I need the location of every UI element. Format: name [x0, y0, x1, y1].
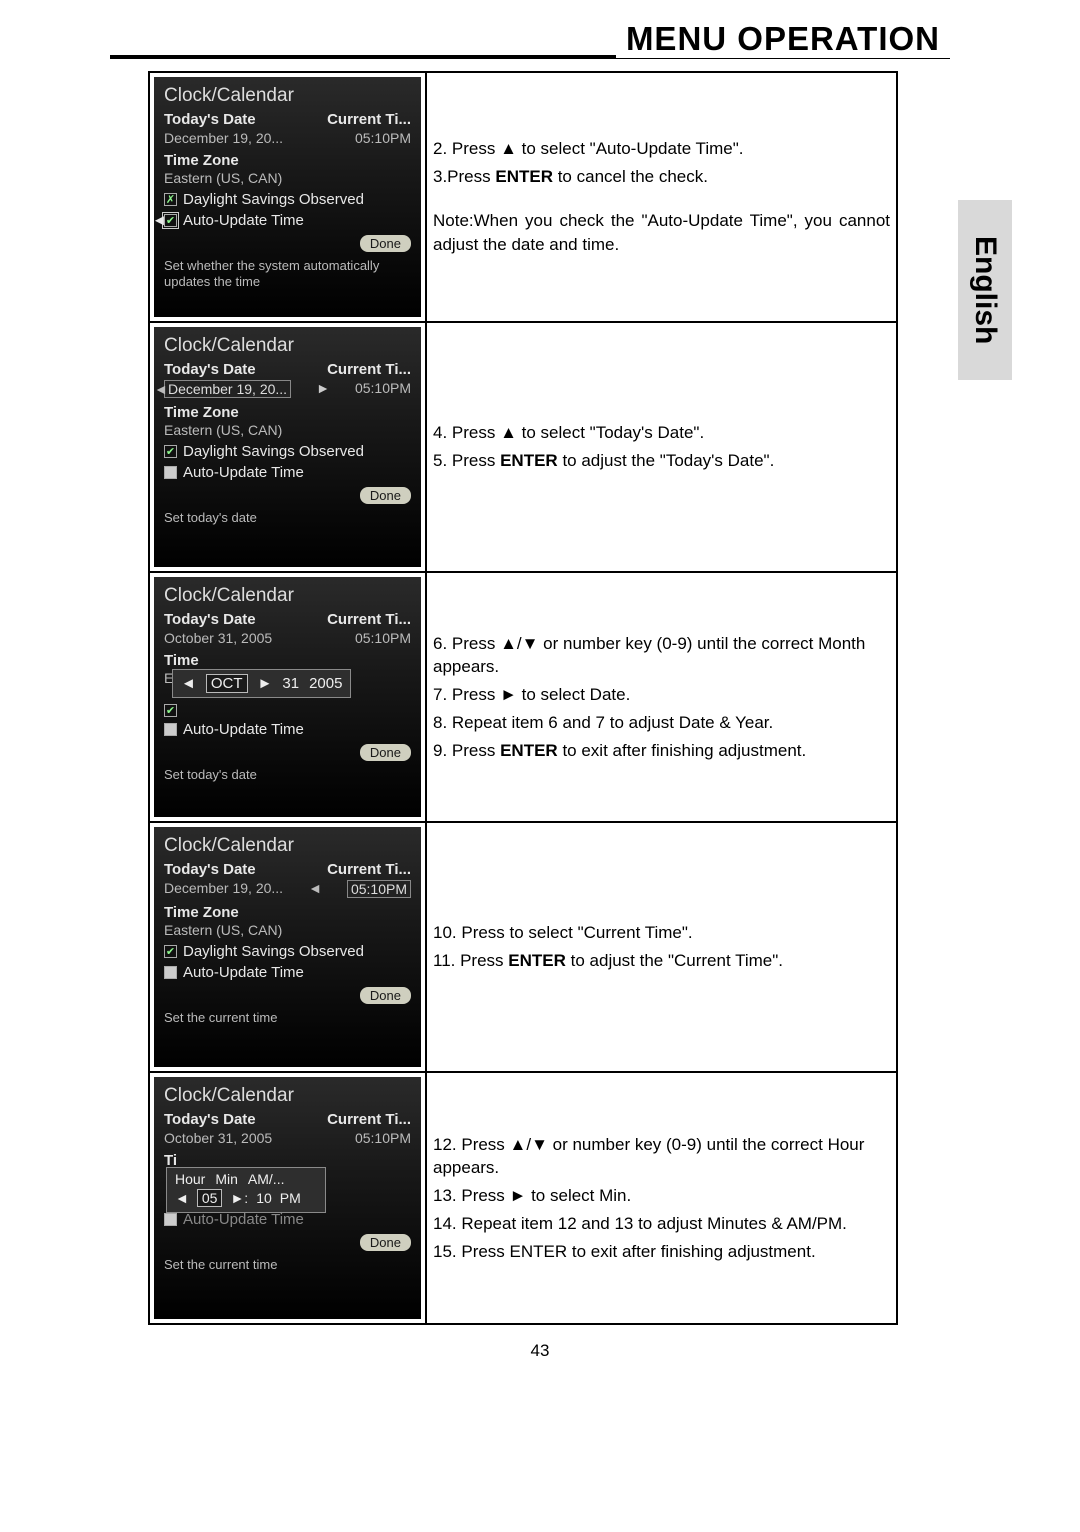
- content-frame: Clock/Calendar Today's Date Current Ti..…: [148, 71, 898, 1325]
- arrow-right-icon: ►: [316, 380, 330, 398]
- value-date: December 19, 20...: [164, 880, 283, 898]
- done-button[interactable]: Done: [360, 744, 411, 761]
- value-date: October 31, 2005: [164, 1130, 272, 1146]
- value-time: 05:10PM: [355, 630, 411, 646]
- header-divider: MENU OPERATION: [110, 55, 950, 59]
- value-time: 05:10PM: [355, 380, 411, 398]
- osd-hint: Set whether the system automatically upd…: [164, 258, 411, 291]
- done-button[interactable]: Done: [360, 987, 411, 1004]
- osd-panel: Clock/Calendar Today's Date Current Ti..…: [154, 1077, 421, 1319]
- osd-panel: Clock/Calendar Today's Date Current Ti..…: [154, 577, 421, 817]
- label-current-time: Current Ti...: [327, 111, 411, 128]
- step-row: Clock/Calendar Today's Date Current Ti..…: [150, 823, 896, 1073]
- arrow-left-icon: ◄: [152, 212, 167, 229]
- label-auto-update: Auto-Update Time: [183, 964, 304, 981]
- arrow-left-icon: ◄: [175, 1190, 189, 1206]
- label-today: Today's Date: [164, 111, 256, 128]
- checkbox-auto-update[interactable]: [164, 723, 177, 736]
- value-timezone: Eastern (US, CAN): [164, 170, 411, 186]
- label-today: Today's Date: [164, 1111, 256, 1128]
- step-row: Clock/Calendar Today's Date Current Ti..…: [150, 1073, 896, 1323]
- page-number: 43: [90, 1341, 990, 1361]
- label-ampm: AM/...: [248, 1171, 285, 1187]
- label-min: Min: [215, 1171, 238, 1187]
- instruction-text: 4. Press ▲ to select "Today's Date". 5. …: [427, 323, 896, 571]
- osd-panel: Clock/Calendar Today's Date Current Ti..…: [154, 827, 421, 1067]
- osd-title: Clock/Calendar: [164, 585, 411, 607]
- language-tab: English: [958, 200, 1012, 380]
- value-time[interactable]: 05:10PM: [347, 880, 411, 898]
- step-row: Clock/Calendar Today's Date Current Ti..…: [150, 73, 896, 323]
- value-date: October 31, 2005: [164, 630, 272, 646]
- value-timezone: Eastern (US, CAN): [164, 922, 411, 938]
- field-min[interactable]: 10: [256, 1190, 272, 1206]
- osd-panel: Clock/Calendar Today's Date Current Ti..…: [154, 327, 421, 567]
- instruction-text: 12. Press ▲/▼ or number key (0-9) until …: [427, 1073, 896, 1323]
- label-timezone: Time Zone: [164, 152, 411, 169]
- label-current-time: Current Ti...: [327, 361, 411, 378]
- label-dst: Daylight Savings Observed: [183, 191, 364, 208]
- checkbox-auto-update[interactable]: [164, 966, 177, 979]
- step-row: Clock/Calendar Today's Date Current Ti..…: [150, 573, 896, 823]
- label-timezone: Time: [164, 652, 411, 669]
- label-today: Today's Date: [164, 361, 256, 378]
- field-hour[interactable]: 05: [197, 1189, 223, 1207]
- osd-hint: Set today's date: [164, 510, 411, 526]
- date-editor-popup[interactable]: ◄ OCT ► 31 2005: [172, 669, 351, 698]
- arrow-right-icon: ►: [258, 675, 273, 692]
- checkbox-dst[interactable]: ✔: [164, 445, 177, 458]
- step-row: Clock/Calendar Today's Date Current Ti..…: [150, 323, 896, 573]
- value-date[interactable]: December 19, 20...: [164, 380, 291, 398]
- field-year[interactable]: 2005: [309, 675, 342, 692]
- osd-hint: Set the current time: [164, 1257, 411, 1273]
- osd-hint: Set the current time: [164, 1010, 411, 1026]
- label-auto-update: Auto-Update Time: [183, 212, 304, 229]
- checkbox-dst[interactable]: ✔: [164, 945, 177, 958]
- checkbox-dst[interactable]: ✗: [164, 193, 177, 206]
- field-ampm[interactable]: PM: [280, 1190, 301, 1206]
- instruction-text: 10. Press to select "Current Time". 11. …: [427, 823, 896, 1071]
- done-button[interactable]: Done: [360, 1234, 411, 1251]
- label-auto-update: Auto-Update Time: [183, 464, 304, 481]
- label-hour: Hour: [175, 1171, 205, 1187]
- field-month[interactable]: OCT: [206, 674, 248, 693]
- arrow-right-icon: ►:: [230, 1190, 248, 1206]
- instruction-text: 6. Press ▲/▼ or number key (0-9) until t…: [427, 573, 896, 821]
- field-day[interactable]: 31: [282, 675, 299, 692]
- label-timezone: Time Zone: [164, 904, 411, 921]
- label-timezone: Time Zone: [164, 404, 411, 421]
- osd-title: Clock/Calendar: [164, 835, 411, 857]
- label-current-time: Current Ti...: [327, 861, 411, 878]
- done-button[interactable]: Done: [360, 235, 411, 252]
- arrow-left-icon: ◄: [181, 675, 196, 692]
- label-current-time: Current Ti...: [327, 1111, 411, 1128]
- value-time: 05:10PM: [355, 130, 411, 146]
- time-editor-popup[interactable]: Hour Min AM/... ◄ 05 ►: 10 PM: [166, 1167, 326, 1213]
- checkbox-auto-update[interactable]: [164, 466, 177, 479]
- checkbox-dst[interactable]: ✔: [164, 704, 177, 717]
- value-timezone: Eastern (US, CAN): [164, 422, 411, 438]
- label-auto-update: Auto-Update Time: [183, 1211, 304, 1228]
- done-button[interactable]: Done: [360, 487, 411, 504]
- osd-title: Clock/Calendar: [164, 85, 411, 107]
- osd-panel: Clock/Calendar Today's Date Current Ti..…: [154, 77, 421, 317]
- label-dst: Daylight Savings Observed: [183, 943, 364, 960]
- osd-title: Clock/Calendar: [164, 335, 411, 357]
- label-today: Today's Date: [164, 611, 256, 628]
- value-time: 05:10PM: [355, 1130, 411, 1146]
- label-dst: Daylight Savings Observed: [183, 443, 364, 460]
- instruction-text: 2. Press ▲ to select "Auto-Update Time".…: [427, 73, 896, 321]
- value-date: December 19, 20...: [164, 130, 283, 146]
- arrow-left-icon: ◄: [308, 880, 322, 898]
- osd-title: Clock/Calendar: [164, 1085, 411, 1107]
- label-today: Today's Date: [164, 861, 256, 878]
- osd-hint: Set today's date: [164, 767, 411, 783]
- arrow-left-icon: ◄: [154, 381, 168, 397]
- label-auto-update: Auto-Update Time: [183, 721, 304, 738]
- checkbox-auto-update[interactable]: [164, 1213, 177, 1226]
- page-title: MENU OPERATION: [616, 20, 950, 58]
- label-current-time: Current Ti...: [327, 611, 411, 628]
